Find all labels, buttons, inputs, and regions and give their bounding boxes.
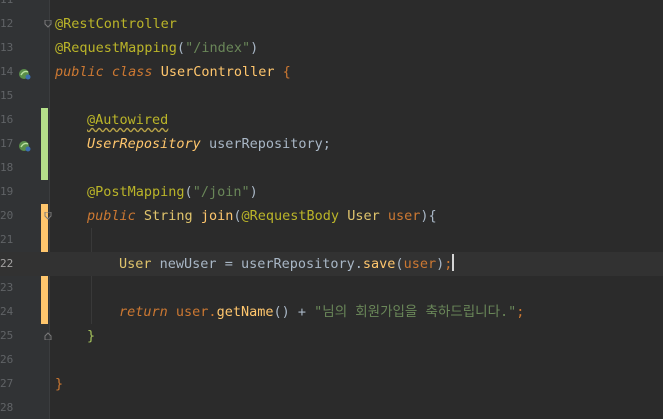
code-content: @RequestMapping("/index") [55,40,259,56]
code-content: User newUser = userRepository.save(user)… [119,254,455,272]
class-name: UserController [160,64,275,80]
line-number: 18 [0,161,14,174]
annotation: @RestController [55,16,177,32]
field-name: userRepository; [208,136,331,152]
code-line-14[interactable]: 14 public class UserController { [0,60,663,84]
code-content: public class UserController { [55,64,291,80]
line-number: 12 [0,17,14,30]
code-line-15[interactable]: 15 [0,84,663,108]
code-line-18[interactable]: 18 [0,156,663,180]
argument: user [403,256,437,272]
code-line-27[interactable]: 27 } [0,372,663,396]
line-number: 15 [0,89,14,102]
line-number: 22 [0,257,14,270]
method-call: getName [216,304,274,320]
code-line-28[interactable]: 28 [0,396,663,419]
code-content: return user.getName() + "님의 회원가입을 축하드립니다… [119,304,525,320]
code-content: } [55,372,63,396]
line-number: 20 [0,209,14,222]
line-number: 23 [0,281,14,294]
keyword: return [119,304,168,320]
method-call: save [362,256,396,272]
annotation: @RequestBody [241,208,340,224]
fold-end-icon[interactable] [44,332,52,340]
code-line-21[interactable]: 21 [0,228,663,252]
line-number: 26 [0,353,14,366]
code-content: UserRepository userRepository; [87,132,331,156]
line-number: 27 [0,377,14,390]
code-line-22-current[interactable]: 22 User newUser = userRepository.save(us… [0,252,663,276]
string-literal: "/index" [185,40,251,56]
fold-start-icon[interactable] [44,20,52,28]
code-line-26[interactable]: 26 [0,348,663,372]
code-line-13[interactable]: 13 @RequestMapping("/index") [0,36,663,60]
variable-ref: user. [175,304,217,320]
code-line-12[interactable]: 12 @RestController [0,12,663,36]
code-content: public String join(@RequestBody User use… [87,208,437,224]
type-name: User [347,208,380,224]
code-content: @PostMapping("/join") [87,184,258,200]
parameter-name: user [387,208,421,224]
type-name: UserRepository [87,136,201,152]
keyword: public [87,208,136,224]
line-number: 11 [0,0,13,12]
code-line-17[interactable]: 17 UserRepository userRepository; [0,132,663,156]
bean-icon[interactable] [18,65,32,80]
line-number: 17 [0,137,14,150]
method-name: join [200,208,234,224]
code-editor[interactable]: 11 12 @RestController 13 @RequestMapping… [0,0,663,419]
code-content: @Autowired [87,108,168,132]
fold-start-icon[interactable] [44,212,52,220]
code-line-20[interactable]: 20 public String join(@RequestBody User … [0,204,663,228]
string-literal: "/join" [192,184,250,200]
line-number: 16 [0,113,14,126]
line-number: 24 [0,305,14,318]
string-literal: "님의 회원가입을 축하드립니다." [314,304,517,320]
code-content: } [87,324,95,348]
annotation: @Autowired [87,112,169,128]
annotation: @PostMapping [87,184,185,200]
type-name: String [143,208,193,224]
code-line-24[interactable]: 24 return user.getName() + "님의 회원가입을 축하드… [0,300,663,324]
line-number: 28 [0,401,14,414]
brace: } [87,328,96,344]
code-line-16[interactable]: 16 @Autowired [0,108,663,132]
line-number: 25 [0,329,14,342]
line-number: 19 [0,185,14,198]
text-caret [452,254,455,271]
line-number: 14 [0,65,14,78]
annotation: @RequestMapping [55,40,177,56]
variable-name: newUser [159,256,217,272]
code-content: @RestController [55,12,177,36]
keyword: class [111,64,153,80]
line-number: 13 [0,41,14,54]
code-line-23[interactable]: 23 [0,276,663,300]
type-name: User [119,256,152,272]
bean-icon[interactable] [18,137,32,152]
keyword: public [55,64,104,80]
brace: } [55,376,64,392]
code-line-25[interactable]: 25 } [0,324,663,348]
code-line-19[interactable]: 19 @PostMapping("/join") [0,180,663,204]
line-number: 21 [0,233,14,246]
code-line-11[interactable]: 11 [0,0,663,12]
